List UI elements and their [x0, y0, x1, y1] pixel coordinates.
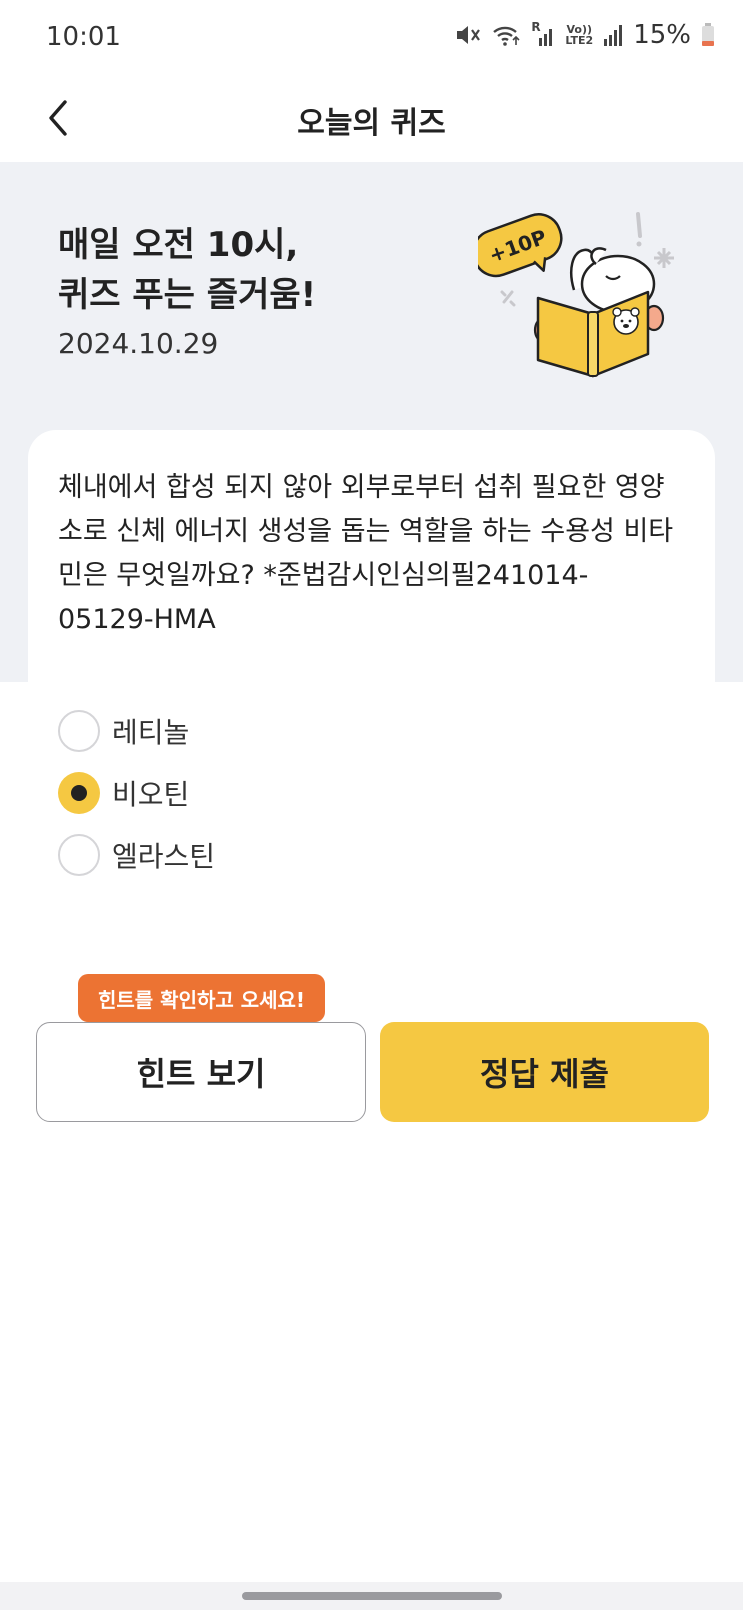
status-icons: R Vo)) LTE2 15%: [455, 20, 715, 50]
page-title: 오늘의 퀴즈: [297, 106, 446, 141]
hint-button[interactable]: 힌트 보기: [36, 1022, 366, 1122]
answer-option-label: 엘라스틴: [112, 840, 216, 873]
hint-tooltip: 힌트를 확인하고 오세요!: [78, 974, 326, 1032]
hero-title-line2: 퀴즈 푸는 즐거움!: [58, 275, 317, 315]
question-text: 체내에서 합성 되지 않아 외부로부터 섭취 필요한 영양 소로 신체 에너지 …: [58, 466, 688, 642]
question-line: 소로 신체 에너지 생성을 돕는 역할을 하는 수용성 비타: [58, 516, 674, 547]
submit-answer-button[interactable]: 정답 제출: [380, 1022, 709, 1122]
question-card: 체내에서 합성 되지 않아 외부로부터 섭취 필요한 영양 소로 신체 에너지 …: [28, 430, 715, 690]
radio-button[interactable]: [58, 834, 100, 876]
answer-option-label: 비오틴: [112, 778, 190, 811]
lte2-label: LTE2: [565, 34, 594, 47]
battery-percent: 15%: [633, 20, 691, 50]
status-time: 10:01: [46, 22, 121, 52]
radio-button[interactable]: [58, 710, 100, 752]
status-bar: 10:01 R Vo)) LTE2 15%: [0, 0, 743, 78]
hint-tooltip-text: 힌트를 확인하고 오세요!: [98, 987, 306, 1012]
hero-title: 매일 오전 10시, 퀴즈 푸는 즐거움!: [58, 220, 316, 320]
reading-bunny-illustration: +10P: [472, 202, 700, 382]
system-nav-bar: [0, 1582, 743, 1610]
question-line: 체내에서 합성 되지 않아 외부로부터 섭취 필요한 영양: [58, 472, 665, 503]
answer-option-retinol[interactable]: 레티놀: [58, 700, 658, 762]
question-line: 민은 무엇일까요? *준법감시인심의필241014-: [58, 560, 589, 591]
quiz-date: 2024.10.29: [58, 327, 219, 360]
volte-lte2-icon: Vo)) LTE2: [565, 24, 593, 46]
answer-option-biotin[interactable]: 비오틴: [58, 762, 658, 824]
hero-title-line1: 매일 오전 10시,: [58, 225, 299, 265]
radio-button-selected[interactable]: [58, 772, 100, 814]
home-indicator[interactable]: [242, 1592, 502, 1600]
signal-icon: [603, 23, 623, 47]
mute-icon: [455, 23, 481, 47]
answer-option-label: 레티놀: [112, 716, 190, 749]
question-line: 05129-HMA: [58, 604, 216, 635]
wifi-icon: [491, 23, 521, 47]
answer-option-elastin[interactable]: 엘라스틴: [58, 824, 658, 886]
answer-options: 레티놀 비오틴 엘라스틴: [58, 700, 658, 886]
app-header: 오늘의 퀴즈: [0, 78, 743, 162]
battery-icon: [701, 23, 715, 47]
signal-r-icon: R: [531, 20, 555, 48]
